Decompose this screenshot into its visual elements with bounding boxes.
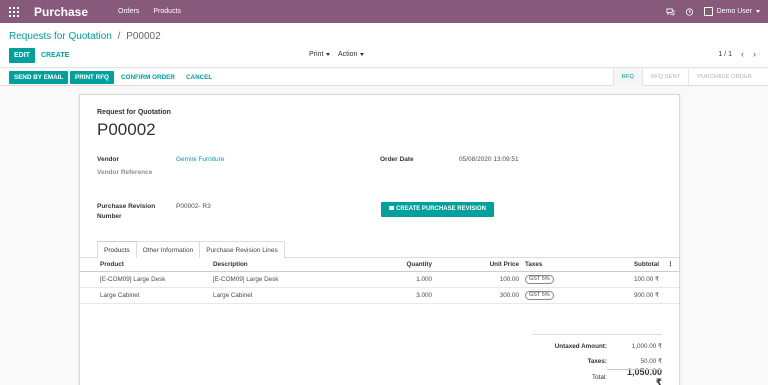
action-dropdown[interactable]: Action <box>338 51 365 58</box>
chevron-down-icon <box>326 53 331 56</box>
main-menu: Orders Products <box>118 8 193 15</box>
create-purchase-revision-label: CREATE PURCHASE REVISION <box>396 206 486 212</box>
cell-description: Large Cabinet <box>210 287 385 304</box>
breadcrumb-separator: / <box>117 31 121 42</box>
column-product[interactable]: Product <box>80 258 210 272</box>
chevron-down-icon <box>360 53 365 56</box>
status-bar: SEND BY EMAIL PRINT RFQ CONFIRM ORDER CA… <box>0 69 768 86</box>
create-button[interactable]: CREATE <box>41 48 69 63</box>
tax-badge: GST 5% <box>525 274 554 284</box>
send-by-email-button[interactable]: SEND BY EMAIL <box>9 71 69 84</box>
tab-purchase-revision-lines[interactable]: Purchase Revision Lines <box>199 241 285 258</box>
print-dropdown[interactable]: Print <box>309 51 331 58</box>
activity-clock-icon[interactable] <box>685 7 694 16</box>
tax-badge: GST 5% <box>525 290 554 300</box>
chevron-down-icon <box>756 10 760 13</box>
cell-product: [E-COM09] Large Desk <box>80 271 210 288</box>
create-purchase-revision-button[interactable]: CREATE PURCHASE REVISION <box>381 202 494 217</box>
pager-value[interactable]: 1 / 1 <box>718 51 732 58</box>
untaxed-amount-value: 1,000.00 ₹ <box>631 343 662 350</box>
user-name: Demo User <box>716 8 752 15</box>
print-rfq-button[interactable]: PRINT RFQ <box>70 71 114 84</box>
untaxed-amount-label: Untaxed Amount: <box>554 343 607 350</box>
column-quantity[interactable]: Quantity <box>385 258 435 272</box>
table-row[interactable]: Large Cabinet Large Cabinet 3.000 300.00… <box>80 287 679 304</box>
chevron-left-icon[interactable]: ‹ <box>741 49 744 59</box>
stage-rfq-sent: RFQ SENT <box>641 69 688 86</box>
vendor-reference-label: Vendor Reference <box>97 169 153 176</box>
form-sheet: Request for Quotation P00002 Vendor Gemi… <box>79 94 680 385</box>
order-date-label: Order Date <box>380 156 414 163</box>
stage-rfq: RFQ <box>612 69 642 86</box>
total-row: Total: 1,050.00 ₹ <box>532 367 662 385</box>
notebook-tabs: Products Other Information Purchase Revi… <box>97 241 285 258</box>
column-taxes[interactable]: Taxes <box>522 258 602 272</box>
cell-subtotal: 100.00 ₹ <box>602 271 662 288</box>
record-name: P00002 <box>97 120 156 139</box>
stage-purchase-order: PURCHASE ORDER <box>688 69 760 86</box>
cell-subtotal: 900.00 ₹ <box>602 287 662 304</box>
purchase-revision-label: Purchase Revision <box>97 203 156 210</box>
app-brand[interactable]: Purchase <box>34 5 88 19</box>
cell-quantity: 3.000 <box>385 287 435 304</box>
purchase-revision-label-number: Number <box>97 213 122 220</box>
avatar <box>703 7 713 16</box>
cell-empty <box>662 287 679 304</box>
cell-taxes: GST 5% <box>522 287 602 304</box>
user-menu[interactable]: Demo User <box>703 7 760 16</box>
cell-product: Large Cabinet <box>80 287 210 304</box>
form-heading: Request for Quotation <box>97 109 171 116</box>
purchase-revision-value: P00002- R3 <box>176 203 211 210</box>
print-label: Print <box>309 51 324 58</box>
cell-empty <box>662 271 679 288</box>
untaxed-amount-row: Untaxed Amount: 1,000.00 ₹ <box>532 339 662 354</box>
vendor-label: Vendor <box>97 156 120 163</box>
tab-other-information[interactable]: Other Information <box>135 241 201 258</box>
taxes-value: 50.00 ₹ <box>640 358 662 365</box>
menu-item-products[interactable]: Products <box>153 8 181 15</box>
column-settings-icon[interactable]: ⋮ <box>662 258 679 272</box>
confirm-order-button[interactable]: CONFIRM ORDER <box>116 71 180 84</box>
order-lines-table: Product Description Quantity Unit Price … <box>80 258 679 304</box>
file-icon <box>389 206 395 210</box>
menu-item-orders[interactable]: Orders <box>118 8 139 15</box>
table-header-row: Product Description Quantity Unit Price … <box>80 258 679 272</box>
breadcrumb: Requests for Quotation / P00002 <box>9 31 161 42</box>
breadcrumb-current: P00002 <box>126 31 161 42</box>
breadcrumb-parent[interactable]: Requests for Quotation <box>9 31 112 42</box>
cell-taxes: GST 5% <box>522 271 602 288</box>
cell-unit-price: 100.00 <box>435 271 522 288</box>
column-unit-price[interactable]: Unit Price <box>435 258 522 272</box>
apps-menu-icon[interactable] <box>9 6 19 17</box>
column-description[interactable]: Description <box>210 258 385 272</box>
chevron-right-icon[interactable]: › <box>753 49 756 59</box>
totals-block: Untaxed Amount: 1,000.00 ₹ Taxes: 50.00 … <box>532 334 662 385</box>
cell-quantity: 1.000 <box>385 271 435 288</box>
chat-icon[interactable] <box>666 7 675 16</box>
cell-unit-price: 300.00 <box>435 287 522 304</box>
column-subtotal[interactable]: Subtotal <box>602 258 662 272</box>
edit-button[interactable]: EDIT <box>9 48 35 63</box>
action-label: Action <box>338 51 358 58</box>
navbar-right: Demo User <box>666 0 760 23</box>
top-navbar: Purchase Orders Products Demo User <box>0 0 768 23</box>
total-label: Total: <box>591 374 607 381</box>
taxes-label: Taxes: <box>587 358 607 365</box>
vendor-link[interactable]: Gemini Furniture <box>176 156 224 163</box>
table-row[interactable]: [E-COM09] Large Desk [E-COM09] Large Des… <box>80 271 679 288</box>
cell-description: [E-COM09] Large Desk <box>210 271 385 288</box>
cancel-button[interactable]: CANCEL <box>181 71 217 84</box>
total-divider <box>607 369 662 370</box>
control-panel: Requests for Quotation / P00002 EDIT CRE… <box>0 23 768 68</box>
stage-indicator: RFQ RFQ SENT PURCHASE ORDER <box>612 69 760 86</box>
tab-products[interactable]: Products <box>97 241 137 258</box>
pager: 1 / 1 ‹ › <box>718 49 756 59</box>
order-date-value: 05/08/2020 13:09:51 <box>459 156 519 163</box>
